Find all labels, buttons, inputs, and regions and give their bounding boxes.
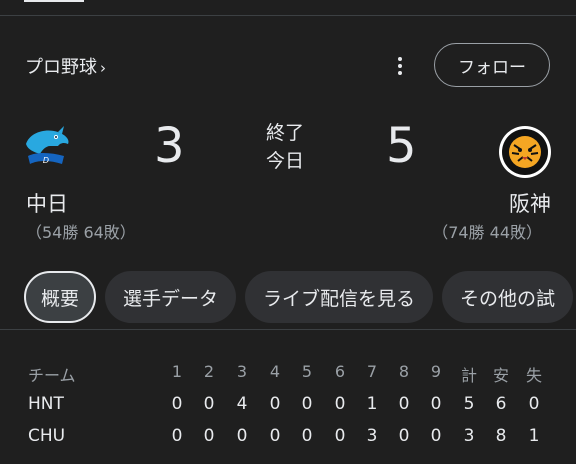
chip-live-stream[interactable]: ライブ配信を見る — [245, 271, 434, 323]
inning-score: 0 — [430, 426, 442, 446]
inning-score: 0 — [269, 394, 281, 414]
dragons-logo-icon[interactable]: D — [20, 122, 72, 172]
column-inning: 2 — [203, 362, 215, 381]
chip-other[interactable]: その他の試 — [442, 271, 574, 323]
home-team-name[interactable]: 阪神 — [509, 188, 551, 218]
table-row: CHU 0 0 0 0 0 0 3 0 0 3 8 1 — [0, 422, 576, 454]
inning-score: 0 — [171, 426, 183, 446]
inning-score: 0 — [334, 426, 346, 446]
away-score: 3 — [154, 118, 185, 174]
tigers-logo-icon[interactable] — [498, 125, 552, 179]
home-team-record: （74勝 44敗） — [432, 223, 542, 242]
total-errors: 0 — [528, 394, 540, 414]
column-inning: 8 — [398, 362, 410, 381]
inning-score: 0 — [398, 426, 410, 446]
section-divider — [0, 329, 576, 330]
inning-score: 0 — [203, 426, 215, 446]
box-score-table: チーム 1 2 3 4 5 6 7 8 9 計 安 失 HNT 0 0 4 0 … — [0, 358, 576, 454]
total-runs: 3 — [463, 426, 475, 446]
top-divider — [0, 15, 576, 16]
row-team: CHU — [28, 426, 66, 446]
column-inning: 3 — [236, 362, 248, 381]
inning-score: 0 — [301, 426, 313, 446]
inning-score: 0 — [171, 394, 183, 414]
inning-score: 4 — [236, 394, 248, 414]
inning-score: 0 — [334, 394, 346, 414]
total-errors: 1 — [528, 426, 540, 446]
chevron-right-icon: › — [100, 59, 106, 77]
total-runs: 5 — [463, 394, 475, 414]
away-team-name[interactable]: 中日 — [26, 188, 68, 218]
more-options-icon[interactable] — [392, 53, 408, 79]
section-chips: 概要 選手データ ライブ配信を見る その他の試 — [24, 271, 574, 323]
inning-score: 0 — [301, 394, 313, 414]
follow-button[interactable]: フォロー — [434, 43, 550, 87]
column-hits: 安 — [492, 366, 509, 385]
game-status: 終了 今日 — [266, 119, 304, 175]
column-inning: 4 — [269, 362, 281, 381]
column-runs: 計 — [460, 366, 477, 385]
table-row: HNT 0 0 4 0 0 0 1 0 0 5 6 0 — [0, 390, 576, 422]
home-score: 5 — [386, 118, 417, 174]
row-team: HNT — [28, 394, 64, 414]
box-score-header: チーム 1 2 3 4 5 6 7 8 9 計 安 失 — [0, 358, 576, 390]
column-inning: 6 — [334, 362, 346, 381]
column-inning: 7 — [366, 362, 378, 381]
inning-score: 0 — [430, 394, 442, 414]
column-inning: 5 — [301, 362, 313, 381]
inning-score: 0 — [269, 426, 281, 446]
inning-score: 1 — [366, 394, 378, 414]
total-hits: 6 — [495, 394, 507, 414]
column-team: チーム — [28, 366, 76, 385]
svg-text:D: D — [43, 156, 49, 165]
inning-score: 0 — [236, 426, 248, 446]
status-final: 終了 — [266, 122, 305, 144]
away-team-record: （54勝 64敗） — [26, 223, 136, 242]
column-inning: 9 — [430, 362, 442, 381]
inning-score: 3 — [366, 426, 378, 446]
inning-score: 0 — [203, 394, 215, 414]
league-label: プロ野球 — [25, 57, 97, 78]
active-tab-indicator — [24, 0, 84, 2]
chip-overview[interactable]: 概要 — [24, 271, 97, 323]
column-inning: 1 — [171, 362, 183, 381]
total-hits: 8 — [495, 426, 507, 446]
status-date: 今日 — [266, 150, 305, 172]
inning-score: 0 — [398, 394, 410, 414]
chip-player-data[interactable]: 選手データ — [105, 271, 237, 323]
column-errors: 失 — [525, 366, 542, 385]
league-link[interactable]: プロ野球 › — [25, 53, 106, 79]
